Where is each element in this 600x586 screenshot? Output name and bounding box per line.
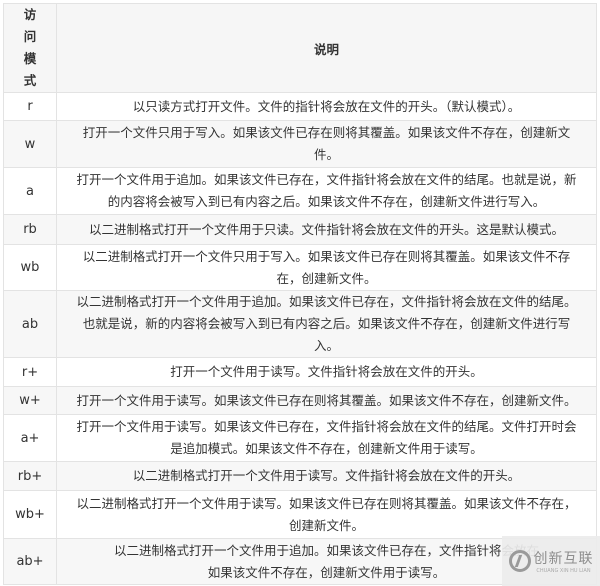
description-cell: 打开一个文件只用于写入。如果该文件已存在则将其覆盖。如果该文件不存在，创建新文件… — [56, 120, 597, 168]
description-line: 打开一个文件只用于写入。如果该文件已存在则将其覆盖。如果该文件不存在，创建新文 — [82, 125, 571, 140]
description-cell: 以二进制格式打开一个文件用于读写。如果该文件已存在则将其覆盖。如果该文件不存在，… — [56, 490, 597, 539]
mode-cell: wb — [3, 244, 57, 291]
header-mode-char: 式 — [23, 73, 37, 88]
mode-cell: ab+ — [3, 538, 57, 585]
description-line: 以二进制格式打开一个文件只用于写入。如果该文件已存在则将其覆盖。如果该文件不存 — [82, 248, 571, 264]
table-row: wb 以二进制格式打开一个文件只用于写入。如果该文件已存在则将其覆盖。如果该文件不… — [3, 244, 597, 291]
description-cell: 以二进制格式打开一个文件只用于写入。如果该文件已存在则将其覆盖。如果该文件不存在… — [56, 244, 597, 291]
mode-cell: r+ — [3, 357, 57, 387]
mode-cell: w — [3, 120, 57, 168]
description-line: 以二进制格式打开一个文件用于只读。文件指针将会放在文件的开头。这是默认模式。 — [88, 221, 564, 237]
header-mode-char: 模 — [23, 51, 37, 66]
file-mode-table: 访 问 模 式 说明 r 以只读方式打开文件。文件的指针将会放在文件的开头。（默认… — [3, 3, 597, 585]
mode-cell: r — [3, 92, 57, 121]
description-line: 创建新文件。 — [288, 517, 364, 533]
description-line: 件。 — [313, 147, 339, 162]
mode-cell: w+ — [3, 386, 57, 415]
description-line: 的内容将会被写入到已有内容之后。如果该文件不存在，创建新文件进行写入。 — [107, 194, 546, 209]
mode-cell: wb+ — [3, 490, 57, 539]
table-row: a 打开一个文件用于追加。如果该文件已存在，文件指针将会放在文件的结尾。也就是说，… — [3, 167, 597, 215]
table-row: ab 以二进制格式打开一个文件用于追加。如果该文件已存在，文件指针将会放在文件的结… — [3, 290, 597, 358]
description-cell: 以二进制格式打开一个文件用于只读。文件指针将会放在文件的开头。这是默认模式。 — [56, 214, 597, 245]
header-mode-char: 访 — [23, 7, 37, 22]
description-line: 打开一个文件用于读写。如果该文件已存在则将其覆盖。如果该文件不存在，创建新文件。 — [76, 392, 577, 408]
table-row: wb+ 以二进制格式打开一个文件用于读写。如果该文件已存在则将其覆盖。如果该文件不… — [3, 490, 597, 539]
table-row: r 以只读方式打开文件。文件的指针将会放在文件的开头。（默认模式）。 — [3, 92, 597, 121]
description-line: 也就是说，新的内容将会被写入到已有内容之后。如果该文件不存在，创建新文件进行写 — [82, 316, 571, 331]
description-cell: 以只读方式打开文件。文件的指针将会放在文件的开头。（默认模式）。 — [56, 92, 597, 121]
description-line: 打开一个文件用于追加。如果该文件已存在，文件指针将会放在文件的结尾。也就是说，新 — [76, 172, 577, 187]
watermark-text: 创新互联 — [533, 551, 594, 567]
description-cell: 以二进制格式打开一个文件用于读写。文件指针将会放在文件的开头。 — [56, 461, 597, 491]
mode-cell: a — [3, 167, 57, 215]
description-cell: 打开一个文件用于读写。如果该文件已存在，文件指针将会放在文件的结尾。文件打开时会… — [56, 414, 597, 462]
header-mode: 访 问 模 式 — [3, 3, 57, 93]
mode-cell: a+ — [3, 414, 57, 462]
description-line: 打开一个文件用于读写。如果该文件已存在，文件指针将会放在文件的结尾。文件打开时会 — [76, 419, 577, 434]
description-line: 以二进制格式打开一个文件用于追加。如果该文件已存在，文件指针将会放在文件的结尾。 — [76, 294, 577, 309]
mode-cell: rb+ — [3, 461, 57, 491]
description-line: 以只读方式打开文件。文件的指针将会放在文件的开头。（默认模式）。 — [132, 98, 521, 114]
header-mode-char: 问 — [23, 29, 37, 44]
mode-cell: rb — [3, 214, 57, 245]
description-line: 入。 — [313, 338, 339, 353]
table-row: w+ 打开一个文件用于读写。如果该文件已存在则将其覆盖。如果该文件不存在，创建新文… — [3, 386, 597, 415]
table-row: a+ 打开一个文件用于读写。如果该文件已存在，文件指针将会放在文件的结尾。文件打开… — [3, 414, 597, 462]
mode-cell: ab — [3, 290, 57, 358]
table-row: r+ 打开一个文件用于读写。文件指针将会放在文件的开头。 — [3, 357, 597, 387]
description-line: 是追加模式。如果该文件不存在，创建新文件用于读写。 — [170, 441, 483, 456]
description-line: 打开一个文件用于读写。文件指针将会放在文件的开头。 — [170, 364, 483, 379]
table-row: rb 以二进制格式打开一个文件用于只读。文件指针将会放在文件的开头。这是默认模式。 — [3, 214, 597, 245]
watermark-subtext: CHUANG XIN HU LIAN — [536, 568, 591, 574]
description-line: 以二进制格式打开一个文件用于读写。如果该文件已存在则将其覆盖。如果该文件不存在， — [76, 495, 577, 511]
description-line: 以二进制格式打开一个文件用于读写。文件指针将会放在文件的开头。 — [132, 468, 521, 483]
description-cell: 打开一个文件用于读写。如果该文件已存在则将其覆盖。如果该文件不存在，创建新文件。 — [56, 386, 597, 415]
description-line: 在，创建新文件。 — [276, 270, 377, 286]
description-cell: 以二进制格式打开一个文件用于追加。如果该文件已存在，文件指针将会放在文件的结尾。… — [56, 290, 597, 358]
header-description: 说明 — [56, 3, 597, 93]
table-row: w 打开一个文件只用于写入。如果该文件已存在则将其覆盖。如果该文件不存在，创建新文… — [3, 120, 597, 168]
watermark: 创新互联 CHUANG XIN HU LIAN — [502, 536, 600, 586]
table-header-row: 访 问 模 式 说明 — [3, 3, 597, 93]
description-cell: 打开一个文件用于读写。文件指针将会放在文件的开头。 — [56, 357, 597, 387]
description-cell: 打开一个文件用于追加。如果该文件已存在，文件指针将会放在文件的结尾。也就是说，新… — [56, 167, 597, 215]
table-row: rb+ 以二进制格式打开一个文件用于读写。文件指针将会放在文件的开头。 — [3, 461, 597, 491]
watermark-logo-icon — [508, 550, 531, 572]
